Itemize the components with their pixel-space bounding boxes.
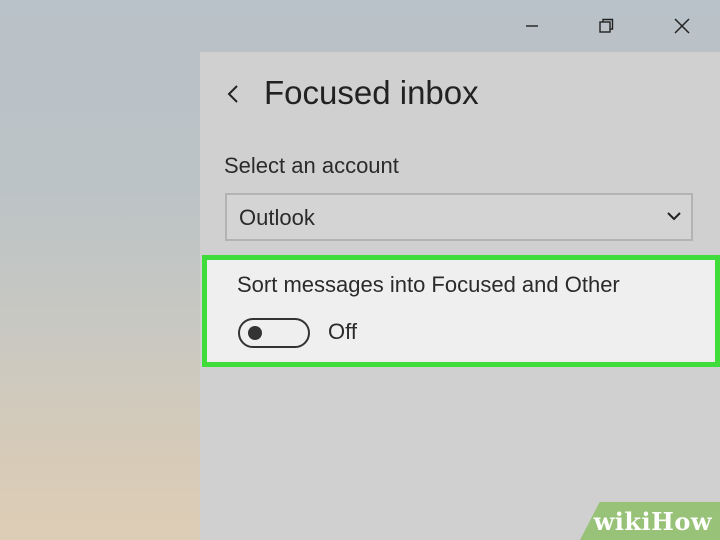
minimize-button[interactable] bbox=[508, 6, 556, 46]
toggle-state-text: Off bbox=[328, 319, 357, 344]
focused-inbox-setting: Sort messages into Focused and Other Off bbox=[202, 255, 720, 367]
watermark-wiki: wiki bbox=[593, 507, 652, 536]
close-icon bbox=[674, 18, 690, 34]
watermark-how: How bbox=[651, 507, 712, 536]
account-dropdown[interactable]: Outlook bbox=[225, 193, 693, 241]
title-bar bbox=[0, 0, 720, 52]
minimize-icon bbox=[526, 25, 538, 27]
close-button[interactable] bbox=[658, 6, 706, 46]
chevron-down-icon bbox=[667, 212, 681, 221]
focused-inbox-toggle[interactable] bbox=[238, 318, 310, 348]
restore-button[interactable] bbox=[582, 6, 630, 46]
account-dropdown-value: Outlook bbox=[239, 205, 315, 230]
page-title: Focused inbox bbox=[264, 74, 479, 111]
panel-header: Focused inbox bbox=[200, 52, 720, 136]
back-button[interactable] bbox=[218, 76, 248, 112]
restore-icon bbox=[599, 18, 614, 33]
account-select-label: Select an account bbox=[224, 153, 399, 178]
wikihow-watermark: wikiHow bbox=[594, 507, 712, 536]
sort-messages-label: Sort messages into Focused and Other bbox=[237, 272, 620, 297]
chevron-left-icon bbox=[227, 85, 238, 103]
toggle-knob bbox=[248, 326, 262, 340]
